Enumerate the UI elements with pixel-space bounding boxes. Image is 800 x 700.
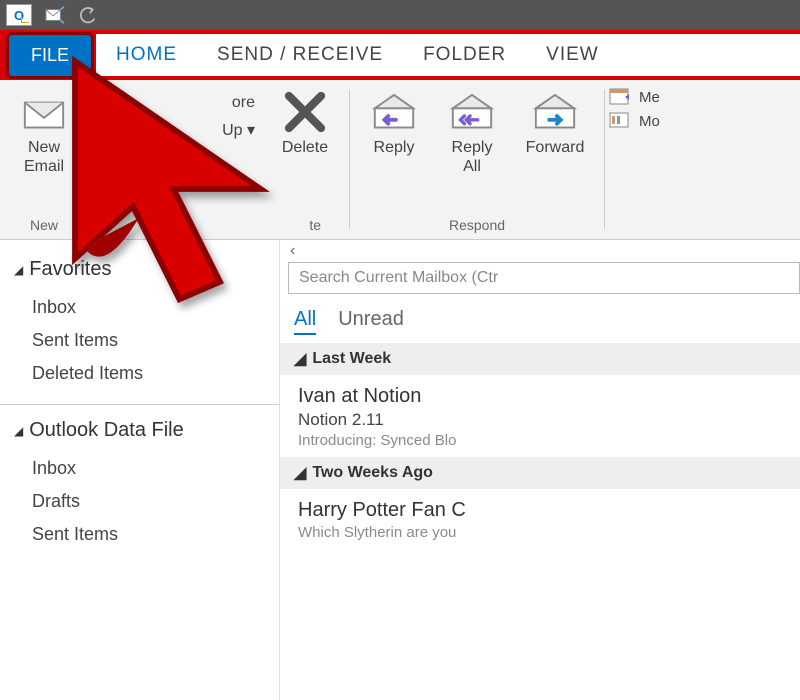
envelope-icon xyxy=(21,92,67,132)
tab-home[interactable]: HOME xyxy=(96,44,197,66)
reply-all-icon xyxy=(449,92,495,132)
tab-strip: HOME SEND / RECEIVE FOLDER VIEW xyxy=(96,34,800,76)
mail-item[interactable]: Harry Potter Fan C Which Slytherin are y… xyxy=(280,489,800,549)
meeting-label-partial: Me xyxy=(639,89,660,106)
more-label-partial: Mo xyxy=(639,113,660,130)
nav-item-sent[interactable]: Sent Items xyxy=(14,324,265,357)
tab-strip-highlight: FILE HOME SEND / RECEIVE FOLDER VIEW xyxy=(0,30,800,80)
tab-send-receive[interactable]: SEND / RECEIVE xyxy=(197,44,403,66)
ribbon-group-respond: Reply Reply All Forward Respond xyxy=(350,80,604,239)
nav-divider xyxy=(0,404,279,405)
collapse-triangle-icon: ◢ xyxy=(14,263,23,277)
mail-preview: Introducing: Synced Blo xyxy=(298,432,786,449)
tab-file[interactable]: FILE xyxy=(6,32,94,79)
new-email-button[interactable]: New Email xyxy=(8,84,80,176)
tab-view[interactable]: VIEW xyxy=(526,44,619,66)
ribbon-group-delete-label: te xyxy=(309,213,341,237)
mail-preview: Which Slytherin are you xyxy=(298,524,786,541)
more-button-partial[interactable]: Mo xyxy=(609,112,660,130)
ribbon-group-respond-label: Respond xyxy=(449,213,505,237)
ignore-button-partial[interactable]: ore xyxy=(222,94,255,112)
nav-item-drafts[interactable]: Drafts xyxy=(14,485,265,518)
date-section-two-weeks[interactable]: ◢ Two Weeks Ago xyxy=(280,457,800,489)
collapse-triangle-icon: ◢ xyxy=(14,424,23,438)
mail-item[interactable]: Ivan at Notion Notion 2.11 Introducing: … xyxy=(280,375,800,457)
filter-row: All Unread xyxy=(280,294,800,343)
title-bar: O xyxy=(0,0,800,30)
reply-label: Reply xyxy=(374,138,415,157)
ribbon-group-new: New Email New xyxy=(0,80,88,239)
filter-unread[interactable]: Unread xyxy=(338,308,404,335)
ribbon-overflow-column: Me Mo xyxy=(605,80,664,239)
meeting-button-partial[interactable]: Me xyxy=(609,88,660,106)
mail-from: Harry Potter Fan C xyxy=(298,499,786,522)
mail-from: Ivan at Notion xyxy=(298,385,786,408)
navigation-pane: ◢ Favorites Inbox Sent Items Deleted Ite… xyxy=(0,240,280,700)
cleanup-button-partial[interactable]: Up ▾ xyxy=(222,120,255,140)
delete-x-icon xyxy=(282,92,328,132)
collapse-triangle-icon: ◢ xyxy=(294,463,306,483)
reply-all-label: Reply All xyxy=(452,138,493,176)
favorites-label: Favorites xyxy=(29,258,111,281)
mail-subject: Notion 2.11 xyxy=(298,410,786,430)
delete-button[interactable]: Delete xyxy=(269,84,341,157)
search-placeholder: Search Current Mailbox (Ctr xyxy=(299,269,498,287)
content-area: ◢ Favorites Inbox Sent Items Deleted Ite… xyxy=(0,240,800,700)
filter-all[interactable]: All xyxy=(294,308,316,335)
new-email-label: New Email xyxy=(24,138,64,176)
tab-folder[interactable]: FOLDER xyxy=(403,44,526,66)
collapse-pane-icon[interactable]: ‹ xyxy=(280,240,305,262)
outlook-logo-icon: O xyxy=(6,4,32,26)
datafile-label: Outlook Data File xyxy=(29,419,184,442)
nav-item-sent-2[interactable]: Sent Items xyxy=(14,518,265,551)
ribbon-group-delete: ore Up ▾ Delete te xyxy=(89,80,349,239)
date-section-last-week[interactable]: ◢ Last Week xyxy=(280,343,800,375)
reply-button[interactable]: Reply xyxy=(358,84,430,157)
section-label: Two Weeks Ago xyxy=(312,464,433,482)
search-input[interactable]: Search Current Mailbox (Ctr xyxy=(288,262,800,294)
delete-label: Delete xyxy=(282,138,328,157)
reply-all-button[interactable]: Reply All xyxy=(436,84,508,176)
send-receive-qat-icon[interactable] xyxy=(44,6,66,24)
section-label: Last Week xyxy=(312,350,391,368)
forward-icon xyxy=(532,92,578,132)
collapse-triangle-icon: ◢ xyxy=(294,349,306,369)
nav-item-deleted[interactable]: Deleted Items xyxy=(14,357,265,390)
forward-label: Forward xyxy=(526,138,585,157)
nav-item-inbox-2[interactable]: Inbox xyxy=(14,452,265,485)
nav-section-datafile[interactable]: ◢ Outlook Data File xyxy=(14,419,265,442)
undo-qat-icon[interactable] xyxy=(78,6,100,24)
forward-button[interactable]: Forward xyxy=(514,84,596,157)
ribbon: New Email New ore Up ▾ Delete te xyxy=(0,80,800,240)
im-icon xyxy=(609,112,633,130)
calendar-icon xyxy=(609,88,633,106)
nav-section-favorites[interactable]: ◢ Favorites xyxy=(14,258,265,281)
message-list-pane: ‹ Search Current Mailbox (Ctr All Unread… xyxy=(280,240,800,700)
nav-item-inbox[interactable]: Inbox xyxy=(14,291,265,324)
ribbon-group-new-label: New xyxy=(30,213,58,237)
reply-icon xyxy=(371,92,417,132)
